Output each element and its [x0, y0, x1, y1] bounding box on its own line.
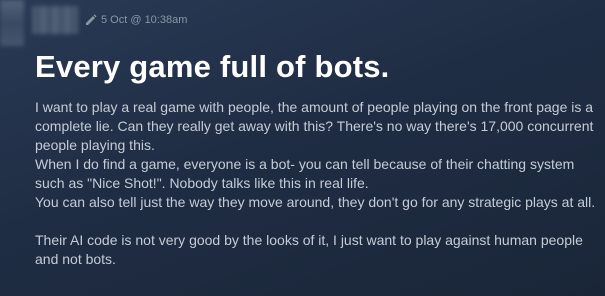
pen-icon: [84, 13, 97, 26]
body-line: Their AI code is not very good by the lo…: [35, 232, 583, 248]
body-line: I want to play a real game with people, …: [35, 99, 594, 115]
timestamp-text: 5 Oct @ 10:38am: [101, 13, 188, 26]
body-line: such as "Nice Shot!". Nobody talks like …: [35, 175, 369, 191]
post-title: Every game full of bots.: [35, 49, 390, 84]
post-header: 5 Oct @ 10:38am: [0, 0, 605, 46]
avatar[interactable]: [0, 0, 24, 46]
post-timestamp: 5 Oct @ 10:38am: [84, 13, 187, 26]
post-body: I want to play a real game with people, …: [35, 98, 600, 269]
body-line: complete lie. Can they really get away w…: [35, 118, 594, 134]
body-line: people playing this.: [35, 137, 155, 153]
author-name[interactable]: [32, 6, 78, 34]
body-line: When I do find a game, everyone is a bot…: [35, 156, 575, 172]
body-line: and not bots.: [35, 251, 116, 267]
body-line: You can also tell just the way they move…: [35, 194, 596, 210]
